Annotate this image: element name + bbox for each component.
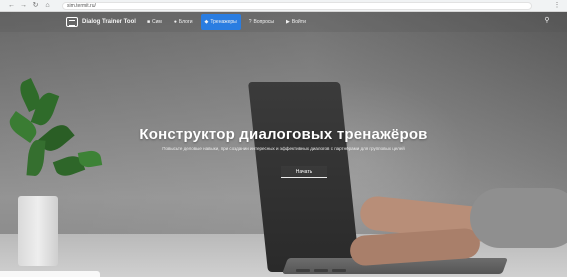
search-icon[interactable]: ⚲ xyxy=(543,17,551,25)
nav-item-sim[interactable]: ■ Сим xyxy=(143,14,166,30)
browser-toolbar: ← → ↻ ⌂ sim.termit.ru/ ⋮ xyxy=(0,0,567,12)
hero-cta-button[interactable]: Начать xyxy=(281,166,327,178)
url-host: sim.termit.ru/ xyxy=(67,3,96,9)
slider-dots xyxy=(296,269,346,273)
home-icon[interactable]: ⌂ xyxy=(44,2,51,9)
brand-name: Dialog Trainer Tool xyxy=(82,19,136,25)
nav-item-label: Войти xyxy=(291,19,306,25)
nav-item-label: Вопросы xyxy=(253,19,275,25)
reload-icon[interactable]: ↻ xyxy=(32,2,39,9)
login-icon: ▶ xyxy=(286,19,290,25)
nav-item-login[interactable]: ▶ Войти xyxy=(282,14,310,30)
sleeve xyxy=(470,188,567,248)
address-bar[interactable]: sim.termit.ru/ xyxy=(62,2,532,10)
nav-item-trainers[interactable]: ◆ Тренажеры xyxy=(200,14,241,30)
status-bar xyxy=(0,271,100,277)
nav-item-questions[interactable]: ? Вопросы xyxy=(245,14,278,30)
blog-icon: ● xyxy=(173,19,177,25)
slider-dot[interactable] xyxy=(296,269,310,272)
book-icon: ■ xyxy=(147,19,151,25)
more-icon[interactable]: ⋮ xyxy=(553,2,561,10)
forward-icon[interactable]: → xyxy=(20,2,27,9)
nav-item-label: Блоги xyxy=(178,19,193,25)
nav-menu: ■ Сим ● Блоги ◆ Тренажеры ? Вопросы ▶ Во… xyxy=(143,14,310,30)
trainer-icon: ◆ xyxy=(204,19,209,25)
slider-dot[interactable] xyxy=(314,269,328,272)
brand[interactable]: Dialog Trainer Tool xyxy=(66,17,136,27)
back-icon[interactable]: ← xyxy=(8,2,15,9)
nav-item-label: Сим xyxy=(152,19,162,25)
hero-title: Конструктор диалоговых тренажёров xyxy=(139,126,428,143)
plant-pot xyxy=(18,196,58,266)
hero-subtitle: Повысьте деловые навыки, при создании ин… xyxy=(162,146,405,151)
nav-item-label: Тренажеры xyxy=(210,19,237,25)
hero-banner xyxy=(0,12,567,277)
question-icon: ? xyxy=(248,19,252,25)
slider-dot[interactable] xyxy=(332,269,346,272)
logo-icon xyxy=(66,17,78,27)
nav-item-blogs[interactable]: ● Блоги xyxy=(170,14,197,30)
